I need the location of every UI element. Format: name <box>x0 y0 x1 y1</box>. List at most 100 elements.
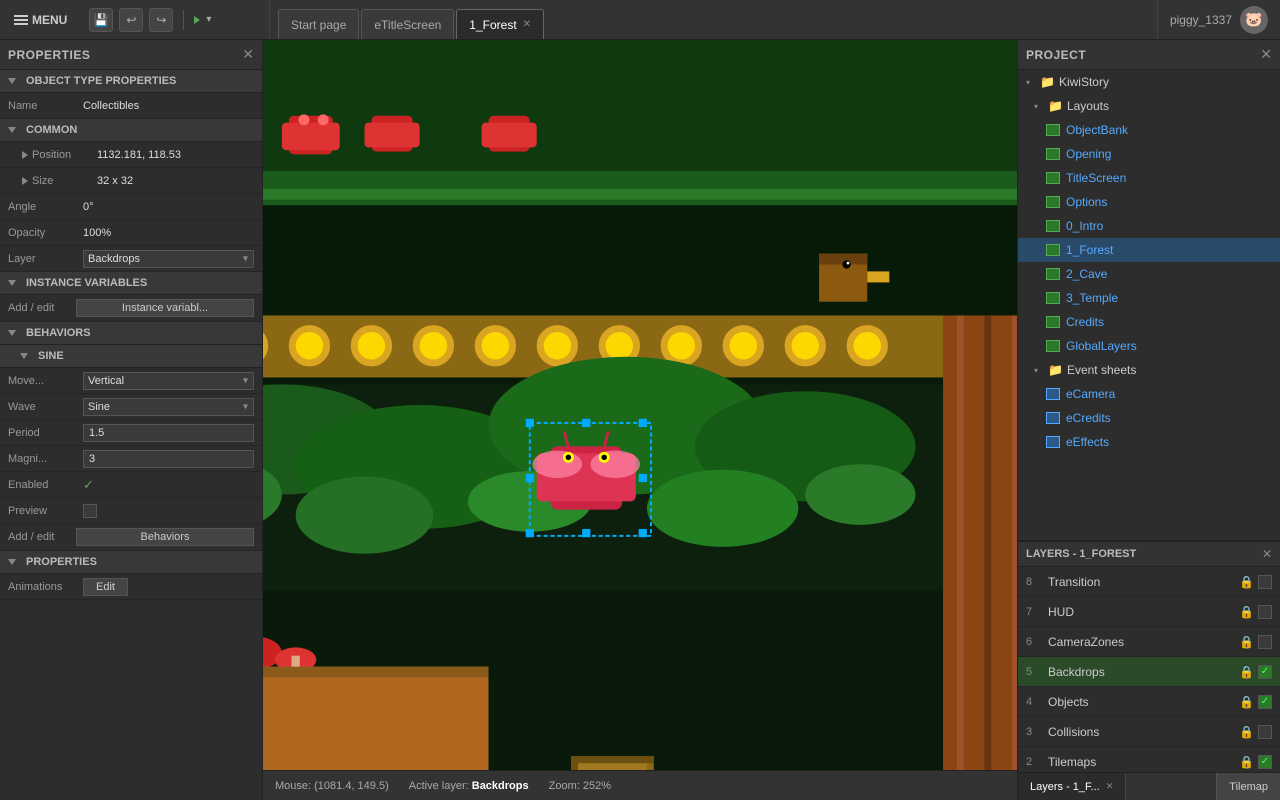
layer-row-5[interactable]: 5 Backdrops 🔒 <box>1018 657 1280 687</box>
undo-button[interactable]: ↩ <box>119 8 143 32</box>
tilemap-label: Tilemap <box>1229 781 1268 793</box>
section-common[interactable]: COMMON <box>0 119 262 142</box>
tree-layouts[interactable]: ▾ 📁 Layouts <box>1018 94 1280 118</box>
play-button[interactable] <box>194 16 200 24</box>
prop-preview-label: Preview <box>8 505 83 517</box>
layer-icons-2: 🔒 <box>1239 755 1272 769</box>
layer-checkbox-4[interactable] <box>1258 695 1272 709</box>
layers-panel: LAYERS - 1_FOREST ✕ 8 Transition 🔒 7 HUD <box>1018 540 1280 800</box>
prop-move-select[interactable]: Vertical Horizontal <box>83 372 254 390</box>
tree-item-ecredits[interactable]: eCredits <box>1018 406 1280 430</box>
game-canvas <box>263 40 1017 770</box>
prop-animations-edit-btn[interactable]: Edit <box>83 578 128 596</box>
tree-item-credits[interactable]: Credits <box>1018 310 1280 334</box>
tree-label-credits: Credits <box>1066 315 1104 329</box>
tab-etitlescreen[interactable]: eTitleScreen <box>361 9 454 39</box>
tree-kiwistory-label: KiwiStory <box>1059 75 1109 89</box>
layer-row-6[interactable]: 6 CameraZones 🔒 <box>1018 627 1280 657</box>
bottom-tab-layers[interactable]: Layers - 1_F... ✕ <box>1018 773 1126 800</box>
menu-label: MENU <box>32 13 67 27</box>
tree-kiwistory[interactable]: ▾ 📁 KiwiStory <box>1018 70 1280 94</box>
section-sine[interactable]: SINE <box>0 345 262 368</box>
tree-item-objectbank[interactable]: ObjectBank <box>1018 118 1280 142</box>
prop-enabled-checkmark[interactable]: ✓ <box>83 477 94 493</box>
prop-magni-input[interactable] <box>83 450 254 468</box>
tree-item-1forest[interactable]: 1_Forest <box>1018 238 1280 262</box>
tree-item-ecamera[interactable]: eCamera <box>1018 382 1280 406</box>
save-button[interactable]: 💾 <box>89 8 113 32</box>
prop-wave-select[interactable]: Sine Triangle <box>83 398 254 416</box>
prop-move-select-wrap[interactable]: Vertical Horizontal <box>83 372 254 390</box>
layer-icons-3: 🔒 <box>1239 725 1272 739</box>
layer-num-6: 6 <box>1026 636 1040 648</box>
prop-angle-value: 0° <box>83 201 254 213</box>
prop-move-row: Move... Vertical Horizontal <box>0 368 262 394</box>
tree-item-options[interactable]: Options <box>1018 190 1280 214</box>
tree-item-titlescreen[interactable]: TitleScreen <box>1018 166 1280 190</box>
prop-name-row: Name Collectibles <box>0 93 262 119</box>
prop-preview-checkbox[interactable] <box>83 504 97 518</box>
tree-label-objectbank: ObjectBank <box>1066 123 1128 137</box>
bottom-tab-layers-label: Layers - 1_F... <box>1030 781 1100 793</box>
tree-item-2cave[interactable]: 2_Cave <box>1018 262 1280 286</box>
layer-row-3[interactable]: 3 Collisions 🔒 <box>1018 717 1280 747</box>
section-behaviors[interactable]: BEHAVIORS <box>0 322 262 345</box>
layers-list: 8 Transition 🔒 7 HUD 🔒 6 <box>1018 567 1280 772</box>
layer-icons-7: 🔒 <box>1239 605 1272 619</box>
bottom-tab-layers-close[interactable]: ✕ <box>1106 781 1114 792</box>
menu-button[interactable]: MENU <box>8 9 73 31</box>
tree-item-eeffects[interactable]: eEffects <box>1018 430 1280 454</box>
prop-layer-select-wrap[interactable]: Backdrops Objects HUD <box>83 250 254 268</box>
layer-icons-5: 🔒 <box>1239 665 1272 679</box>
tab-1forest-label: 1_Forest <box>469 18 516 32</box>
layer-name-4: Objects <box>1048 695 1231 709</box>
tilemap-button[interactable]: Tilemap <box>1216 773 1280 800</box>
layers-panel-title: LAYERS - 1_FOREST <box>1026 548 1136 560</box>
section-instance-variables[interactable]: INSTANCE VARIABLES <box>0 272 262 295</box>
instance-var-btn[interactable]: Instance variabl... <box>76 299 254 317</box>
properties-panel-close[interactable]: ✕ <box>242 46 254 63</box>
canvas-area[interactable]: Mouse: (1081.4, 149.5) Active layer: Bac… <box>263 40 1017 800</box>
behaviors-edit-btn[interactable]: Behaviors <box>76 528 254 546</box>
tree-item-3temple[interactable]: 3_Temple <box>1018 286 1280 310</box>
tree-item-globallayers[interactable]: GlobalLayers <box>1018 334 1280 358</box>
layer-name-6: CameraZones <box>1048 635 1231 649</box>
tab-1forest-close[interactable]: ✕ <box>523 19 531 30</box>
layer-row-4[interactable]: 4 Objects 🔒 <box>1018 687 1280 717</box>
main-layout: PROPERTIES ✕ OBJECT TYPE PROPERTIES Name… <box>0 40 1280 800</box>
layer-checkbox-6[interactable] <box>1258 635 1272 649</box>
prop-period-input[interactable] <box>83 424 254 442</box>
layer-checkbox-3[interactable] <box>1258 725 1272 739</box>
layer-checkbox-7[interactable] <box>1258 605 1272 619</box>
user-avatar[interactable]: 🐷 <box>1240 6 1268 34</box>
layer-checkbox-8[interactable] <box>1258 575 1272 589</box>
tab-start-page[interactable]: Start page <box>278 9 359 39</box>
play-dropdown-button[interactable]: ▾ <box>206 14 211 25</box>
prop-layer-select[interactable]: Backdrops Objects HUD <box>83 250 254 268</box>
tree-event-sheets-folder-icon: 📁 <box>1048 363 1063 377</box>
layers-panel-close[interactable]: ✕ <box>1262 547 1272 561</box>
tree-file-icon-ecredits <box>1046 412 1060 424</box>
section-props-sub-title: PROPERTIES <box>26 556 97 568</box>
layer-checkbox-2[interactable] <box>1258 755 1272 769</box>
tree-file-icon-globallayers <box>1046 340 1060 352</box>
layer-lock-icon-2: 🔒 <box>1239 755 1254 769</box>
active-layer-label: Active layer: <box>409 780 469 792</box>
project-panel-close[interactable]: ✕ <box>1260 46 1272 63</box>
redo-button[interactable]: ↪ <box>149 8 173 32</box>
section-properties-sub[interactable]: PROPERTIES <box>0 551 262 574</box>
prop-wave-select-wrap[interactable]: Sine Triangle <box>83 398 254 416</box>
tree-item-0intro[interactable]: 0_Intro <box>1018 214 1280 238</box>
section-object-type-properties[interactable]: OBJECT TYPE PROPERTIES <box>0 70 262 93</box>
tree-item-opening[interactable]: Opening <box>1018 142 1280 166</box>
tree-event-sheets[interactable]: ▾ 📁 Event sheets <box>1018 358 1280 382</box>
tab-1forest[interactable]: 1_Forest ✕ <box>456 9 544 39</box>
play-icon <box>194 16 200 24</box>
layer-row-2[interactable]: 2 Tilemaps 🔒 <box>1018 747 1280 772</box>
layer-row-7[interactable]: 7 HUD 🔒 <box>1018 597 1280 627</box>
layer-checkbox-5[interactable] <box>1258 665 1272 679</box>
tree-file-icon-credits <box>1046 316 1060 328</box>
layer-num-5: 5 <box>1026 666 1040 678</box>
size-label-wrap: Size <box>22 175 97 187</box>
layer-row-8[interactable]: 8 Transition 🔒 <box>1018 567 1280 597</box>
